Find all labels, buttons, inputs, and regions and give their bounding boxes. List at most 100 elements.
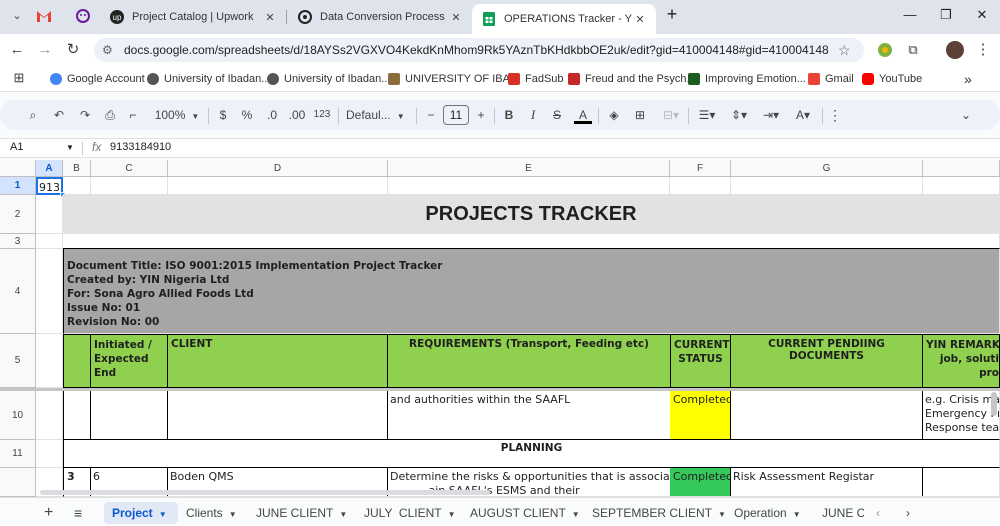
italic-button[interactable]: I: [526, 100, 540, 130]
close-tab-icon[interactable]: ✕: [448, 11, 464, 24]
pending-cell-row10[interactable]: [730, 391, 923, 440]
address-url[interactable]: docs.google.com/spreadsheets/d/18AYSs2VG…: [124, 43, 838, 57]
pinned-tab-2[interactable]: [76, 9, 90, 23]
name-box[interactable]: A1 ▼: [10, 141, 74, 153]
horizontal-align-icon[interactable]: ☰▾: [694, 100, 720, 130]
restore-button[interactable]: ❐: [936, 7, 956, 25]
status-cell-row10[interactable]: Completed: [670, 391, 731, 440]
cell-d1[interactable]: [168, 177, 388, 195]
row-header-10[interactable]: 10: [0, 391, 36, 440]
profile-avatar[interactable]: [946, 41, 964, 59]
bookmark-item[interactable]: University of Ibadan...: [267, 71, 390, 87]
sheet-tab-project[interactable]: Project ▼: [104, 502, 178, 524]
site-info-icon[interactable]: ⚙: [102, 43, 118, 57]
forward-icon[interactable]: →: [36, 41, 54, 59]
text-wrapping-icon[interactable]: ⇥▾: [758, 100, 784, 130]
sheet-tab-july-client[interactable]: JULY CLIENT ▼: [356, 502, 464, 524]
header-initiated-expected-end[interactable]: Initiated / Expected End: [90, 334, 168, 388]
close-tab-icon[interactable]: ✕: [632, 13, 648, 26]
extensions-puzzle-icon[interactable]: ⧉: [904, 41, 922, 59]
more-bookmarks-button[interactable]: »: [964, 71, 972, 87]
cell-a11[interactable]: [36, 440, 63, 468]
browser-tab-upwork[interactable]: up Project Catalog | Upwork ✕: [100, 4, 286, 30]
tab-search-icon[interactable]: ⌄: [8, 7, 26, 25]
header-b5[interactable]: [63, 334, 91, 388]
column-header-c[interactable]: C: [91, 160, 168, 177]
cell-a4[interactable]: [36, 249, 63, 334]
increase-font-size-button[interactable]: +: [474, 100, 488, 130]
header-yin-remark[interactable]: YIN REMARK( job, soluti pro: [922, 334, 1000, 388]
bookmark-item[interactable]: Improving Emotion...: [688, 71, 806, 87]
redo-icon[interactable]: ↷: [76, 100, 94, 130]
cell-a5[interactable]: [36, 334, 63, 388]
row-header-11[interactable]: 11: [0, 440, 36, 468]
font-select[interactable]: Defaul... ▼: [346, 100, 412, 130]
text-rotation-icon[interactable]: A▾: [790, 100, 816, 130]
row-header-3[interactable]: 3: [0, 234, 36, 249]
cell-a2[interactable]: [36, 195, 63, 234]
more-tools-icon[interactable]: ⋮: [828, 100, 842, 130]
vertical-align-icon[interactable]: ⇕▾: [726, 100, 752, 130]
requirements-cell-row10[interactable]: and authorities within the SAAFL: [387, 391, 671, 440]
decrease-decimal-button[interactable]: .0: [262, 100, 282, 130]
scroll-tabs-left-icon[interactable]: ‹: [868, 502, 888, 524]
gmail-pinned-tab[interactable]: [36, 9, 52, 23]
column-header-d[interactable]: D: [168, 160, 388, 177]
increase-decimal-button[interactable]: .00: [286, 100, 308, 130]
cell-g1[interactable]: [731, 177, 923, 195]
browser-menu-icon[interactable]: ⋮: [974, 41, 992, 59]
status-cell-row12[interactable]: Completed: [670, 468, 731, 497]
extension-icon[interactable]: [877, 42, 893, 58]
bookmark-item[interactable]: YouTube: [862, 71, 922, 87]
font-size-input[interactable]: 11: [443, 105, 469, 125]
decrease-font-size-button[interactable]: −: [424, 100, 438, 130]
search-menus-icon[interactable]: ⌕: [24, 100, 42, 130]
back-icon[interactable]: ←: [8, 41, 26, 59]
fill-color-icon[interactable]: ◈: [606, 100, 622, 130]
print-icon[interactable]: ⎙: [100, 100, 120, 130]
select-all-corner[interactable]: [0, 160, 36, 177]
cell-a3[interactable]: [36, 234, 63, 249]
cell-b10[interactable]: [63, 391, 91, 440]
column-header-h[interactable]: [923, 160, 1000, 177]
sheet-tab-june-client[interactable]: JUNE CLIENT ▼: [248, 502, 355, 524]
browser-tab-data-conversion[interactable]: Data Conversion Process ✕: [288, 4, 472, 30]
currency-format-button[interactable]: $: [216, 100, 230, 130]
cell-e1[interactable]: [388, 177, 670, 195]
header-client[interactable]: CLIENT: [167, 334, 388, 388]
borders-icon[interactable]: ⊞: [632, 100, 648, 130]
bookmark-item[interactable]: FadSub: [508, 71, 564, 87]
planning-section-header[interactable]: PLANNING: [63, 440, 1000, 468]
bookmark-item[interactable]: UNIVERSITY OF IBA...: [388, 71, 519, 87]
column-header-e[interactable]: E: [388, 160, 670, 177]
row-header-5[interactable]: 5: [0, 334, 36, 388]
header-requirements[interactable]: REQUIREMENTS (Transport, Feeding etc): [387, 334, 671, 388]
cell-c1[interactable]: [91, 177, 168, 195]
remark-cell-row10[interactable]: e.g. Crisis mar Emergency Pre Response t…: [922, 391, 1000, 440]
column-header-b[interactable]: B: [63, 160, 91, 177]
column-header-g[interactable]: G: [731, 160, 923, 177]
cell-b1[interactable]: [63, 177, 91, 195]
all-sheets-icon[interactable]: ≡: [66, 502, 90, 524]
bookmark-star-icon[interactable]: ☆: [838, 42, 856, 59]
zoom-select[interactable]: 100% ▼: [150, 100, 204, 130]
header-current-pending-documents[interactable]: CURRENT PENDIING DOCUMENTS: [730, 334, 923, 388]
reload-icon[interactable]: ↻: [64, 41, 82, 59]
projects-tracker-title[interactable]: PROJECTS TRACKER: [63, 195, 1000, 234]
strikethrough-button[interactable]: S: [550, 100, 564, 130]
sheet-tab-september-client[interactable]: SEPTEMBER CLIENT ▼: [584, 502, 734, 524]
sheet-tab-june-c[interactable]: JUNE C: [814, 502, 864, 524]
minimize-button[interactable]: —: [900, 7, 920, 25]
address-bar[interactable]: ⚙ docs.google.com/spreadsheets/d/18AYSs2…: [94, 38, 864, 62]
sheet-tab-clients[interactable]: Clients ▼: [178, 502, 245, 524]
row-header-12[interactable]: [0, 468, 36, 497]
browser-tab-operations-tracker[interactable]: OPERATIONS Tracker - YIN_202 ✕: [472, 4, 656, 34]
close-tab-icon[interactable]: ✕: [262, 11, 278, 24]
formula-input[interactable]: 9133184910: [110, 141, 171, 153]
close-window-button[interactable]: ✕: [972, 7, 992, 25]
column-header-f[interactable]: F: [670, 160, 731, 177]
remark-cell-row12[interactable]: [922, 468, 1000, 497]
sheet-tab-august-client[interactable]: AUGUST CLIENT ▼: [462, 502, 588, 524]
number-format-button[interactable]: 123: [312, 100, 332, 130]
bookmark-item[interactable]: Gmail: [808, 71, 854, 87]
